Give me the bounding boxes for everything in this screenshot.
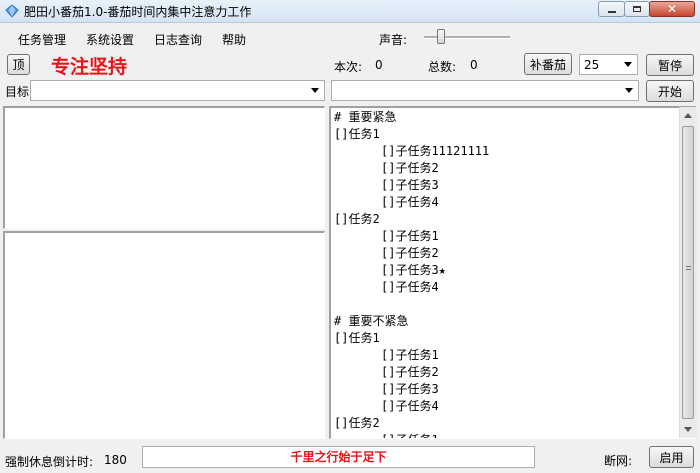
subtask-item: []子任务1 xyxy=(334,432,674,438)
subtask-item: []子任务11121111 xyxy=(381,144,490,158)
subtask-item: []子任务2 xyxy=(381,365,439,379)
subtask-item: []子任务1 xyxy=(381,348,439,362)
duration-value: 25 xyxy=(584,58,600,72)
enable-button[interactable]: 启用 xyxy=(649,446,694,468)
goal-select[interactable] xyxy=(30,80,325,101)
start-button[interactable]: 开始 xyxy=(646,80,694,102)
subtask-item: []子任务3★ xyxy=(381,263,446,277)
chevron-down-icon xyxy=(624,62,632,67)
close-icon: ✕ xyxy=(666,2,678,16)
task-item: # 重要紧急 xyxy=(334,110,397,124)
rest-countdown-label: 强制休息倒计时: xyxy=(5,455,94,469)
subtask-item: []子任务3 xyxy=(381,382,439,396)
task-item: []任务2 xyxy=(334,416,380,430)
goal-label: 目标 xyxy=(5,85,30,99)
slider-thumb[interactable] xyxy=(437,29,445,44)
task-editor[interactable]: # 重要紧急 []任务1 []子任务11121111 []子任务2 []子任务3 []子任… xyxy=(329,106,696,439)
chevron-down-icon xyxy=(311,88,319,93)
total-count-value: 0 xyxy=(470,58,478,72)
total-count-label: 总数: xyxy=(428,60,457,74)
subtask-item: []子任务2 xyxy=(381,246,439,260)
sound-slider[interactable] xyxy=(424,28,510,46)
rest-countdown-value: 180 xyxy=(104,453,127,467)
stay-on-top-button[interactable]: 顶 xyxy=(7,54,30,75)
menu-task-management[interactable]: 任务管理 xyxy=(18,31,66,48)
scroll-down-icon[interactable] xyxy=(684,427,692,432)
current-count-label: 本次: xyxy=(334,60,363,74)
scroll-up-icon[interactable] xyxy=(684,113,692,118)
scrollbar-thumb[interactable] xyxy=(682,126,694,419)
add-tomato-button[interactable]: 补番茄 xyxy=(524,53,572,75)
window-title: 肥田小番茄1.0-番茄时间内集中注意力工作 xyxy=(24,5,252,19)
menu-log-query[interactable]: 日志查询 xyxy=(154,31,202,48)
maximize-button[interactable] xyxy=(624,1,650,17)
current-count-value: 0 xyxy=(375,58,383,72)
network-label: 断网: xyxy=(604,454,633,468)
left-bottom-panel[interactable] xyxy=(3,231,325,439)
minimize-icon xyxy=(607,10,616,13)
sound-label: 声音: xyxy=(379,33,408,47)
subtask-item: []子任务4 xyxy=(381,399,439,413)
diamond-app-icon xyxy=(5,4,19,18)
subtask-item: []子任务4 xyxy=(381,280,439,294)
menu-help[interactable]: 帮助 xyxy=(222,31,246,48)
slogan: 专注坚持 xyxy=(51,56,128,78)
pause-button[interactable]: 暂停 xyxy=(646,54,694,76)
grip-icon xyxy=(686,266,691,270)
task-item: []任务1 xyxy=(334,331,380,345)
task-item: []任务2 xyxy=(334,212,380,226)
task-select[interactable] xyxy=(331,80,639,101)
title-bar: 肥田小番茄1.0-番茄时间内集中注意力工作 ✕ xyxy=(0,0,700,23)
motto-field[interactable]: 千里之行始于足下 xyxy=(142,446,535,468)
task-item: # 重要不紧急 xyxy=(334,314,409,328)
subtask-item: []子任务3 xyxy=(381,178,439,192)
left-top-panel[interactable] xyxy=(3,106,325,229)
subtask-item: []子任务1 xyxy=(381,229,439,243)
minimize-button[interactable] xyxy=(598,1,625,17)
duration-select[interactable]: 25 xyxy=(579,54,638,75)
vertical-scrollbar[interactable] xyxy=(679,107,697,438)
maximize-icon xyxy=(633,6,641,12)
subtask-item: []子任务4 xyxy=(381,195,439,209)
task-list: # 重要紧急 []任务1 []子任务11121111 []子任务2 []子任务3 []子任… xyxy=(334,109,674,438)
close-button[interactable]: ✕ xyxy=(649,1,695,17)
subtask-item: []子任务2 xyxy=(381,161,439,175)
task-item xyxy=(334,296,674,313)
chevron-down-icon xyxy=(625,88,633,93)
menu-system-settings[interactable]: 系统设置 xyxy=(86,31,134,48)
motto-text: 千里之行始于足下 xyxy=(290,450,387,464)
task-item: []任务1 xyxy=(334,127,380,141)
